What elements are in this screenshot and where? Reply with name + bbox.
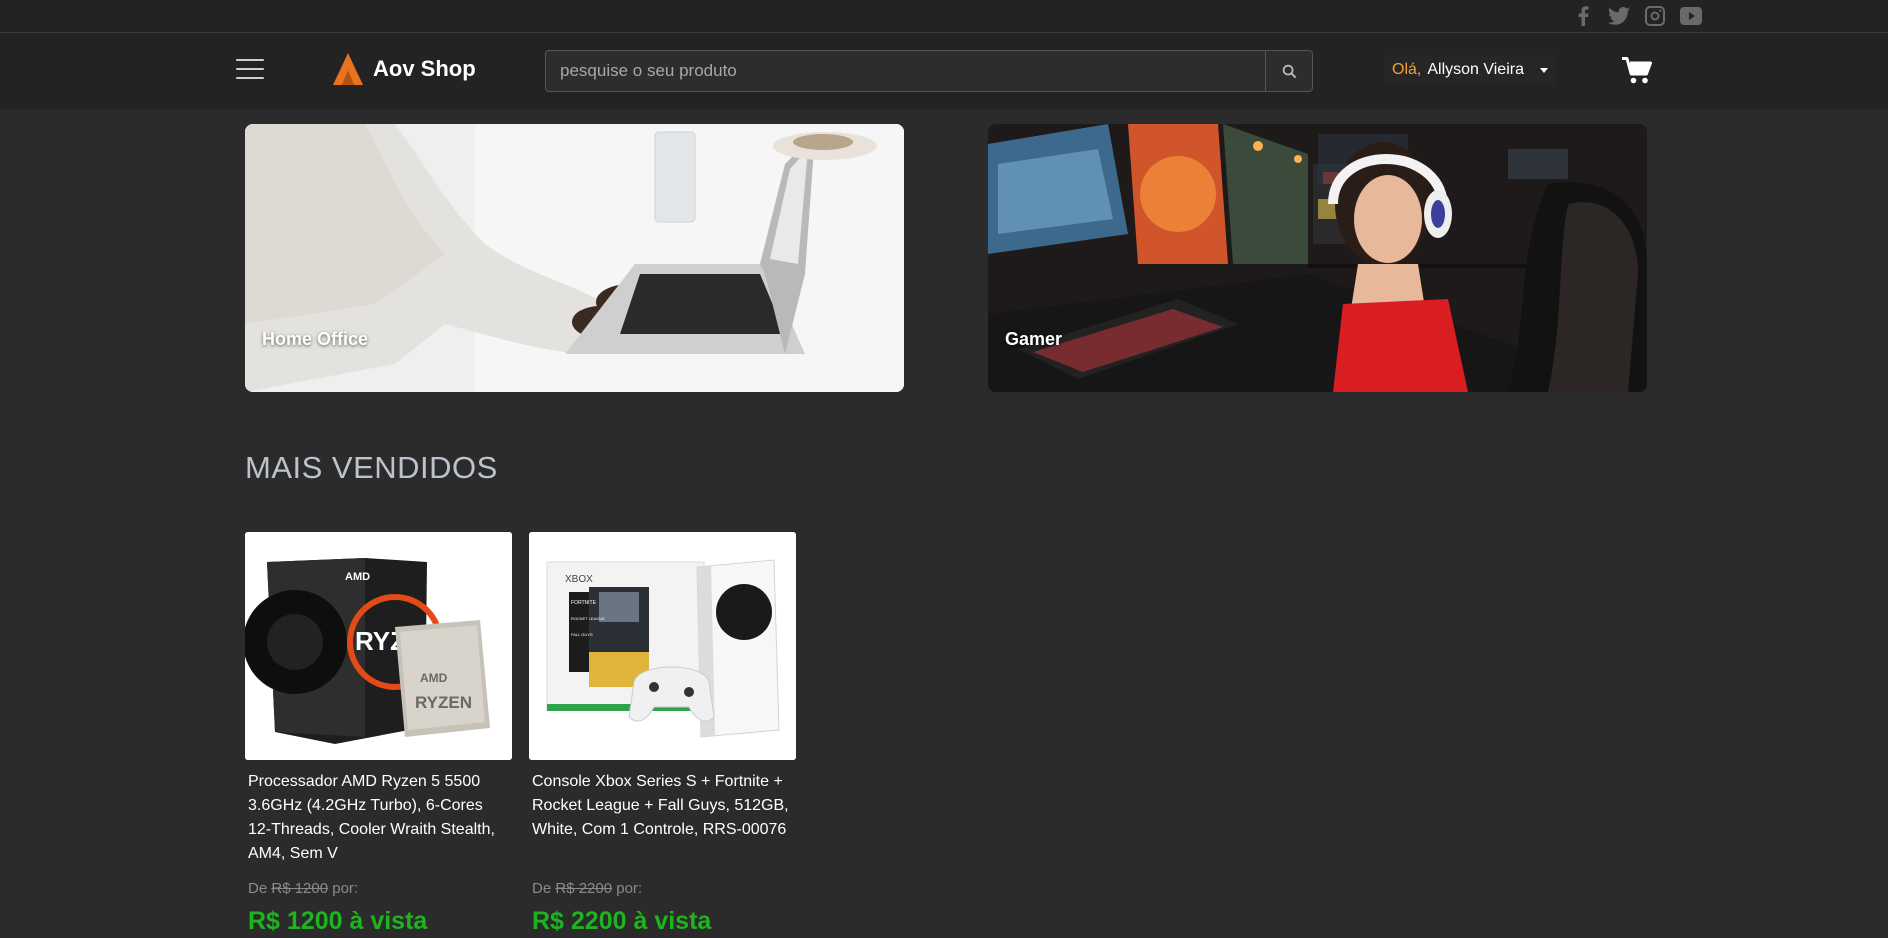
main-header: Aov Shop Olá, Allyson Vieira [0, 33, 1888, 109]
cart-icon [1622, 57, 1652, 84]
facebook-icon[interactable] [1572, 6, 1594, 26]
product-card: XBOX FORTNITE ROCKET LEAGUE FALL GUYS Co… [529, 532, 796, 936]
box-brand-text: AMD [345, 571, 370, 583]
old-price-line: De R$ 1200 por: [245, 880, 512, 897]
top-strip [0, 0, 1888, 33]
game2-text: ROCKET LEAGUE [571, 616, 605, 621]
chip-brand-text: AMD [420, 671, 448, 685]
game3-text: FALL GUYS [571, 632, 593, 637]
product-price: R$ 1200 à vista [248, 907, 428, 935]
social-links [1572, 6, 1702, 26]
home-office-image [245, 124, 904, 392]
cart-button[interactable] [1622, 57, 1652, 90]
search-input[interactable] [546, 51, 1265, 91]
search-icon [1282, 64, 1296, 78]
product-image[interactable]: AMD RYZ AMD RYZEN [245, 532, 512, 760]
greeting: Olá, [1392, 61, 1422, 78]
old-price-line: De R$ 2200 por: [529, 880, 796, 897]
product-image[interactable]: XBOX FORTNITE ROCKET LEAGUE FALL GUYS [529, 532, 796, 760]
section-title: MAIS VENDIDOS [245, 450, 498, 485]
ryzen-box-image: AMD RYZ AMD RYZEN [245, 532, 512, 760]
old-price-prefix: De [248, 880, 268, 897]
brand-name: Aov Shop [373, 56, 476, 81]
logo-icon [333, 53, 363, 85]
old-price-prefix: De [532, 880, 552, 897]
box-brand-text: XBOX [565, 574, 593, 585]
instagram-icon[interactable] [1644, 6, 1666, 26]
product-card: AMD RYZ AMD RYZEN Processador AMD Ryzen … [245, 532, 512, 936]
banner-label: Gamer [1005, 329, 1063, 349]
user-name: Allyson Vieira [1427, 61, 1524, 78]
product-title[interactable]: Console Xbox Series S + Fortnite + Rocke… [529, 770, 796, 866]
old-price-suffix: por: [332, 880, 359, 897]
banner-home-office[interactable]: Home Office [245, 124, 904, 392]
old-price: R$ 2200 [555, 880, 613, 897]
search-bar [545, 50, 1313, 92]
old-price: R$ 1200 [271, 880, 329, 897]
product-title[interactable]: Processador AMD Ryzen 5 5500 3.6GHz (4.2… [245, 770, 512, 866]
old-price-suffix: por: [616, 880, 643, 897]
game1-text: FORTNITE [571, 600, 597, 606]
twitter-icon[interactable] [1608, 6, 1630, 26]
xbox-box-image: XBOX FORTNITE ROCKET LEAGUE FALL GUYS [529, 532, 796, 760]
product-price: R$ 2200 à vista [532, 907, 712, 935]
menu-icon[interactable] [236, 59, 264, 81]
banner-gamer[interactable]: Gamer [988, 124, 1647, 392]
youtube-icon[interactable] [1680, 6, 1702, 26]
brand-logo[interactable]: Aov Shop [333, 53, 476, 85]
gamer-image [988, 124, 1647, 392]
search-button[interactable] [1265, 51, 1312, 91]
user-menu[interactable]: Olá, Allyson Vieira [1384, 55, 1556, 85]
chip-model-text: RYZEN [415, 693, 472, 712]
banner-label: Home Office [262, 329, 369, 349]
chevron-down-icon [1539, 67, 1548, 73]
